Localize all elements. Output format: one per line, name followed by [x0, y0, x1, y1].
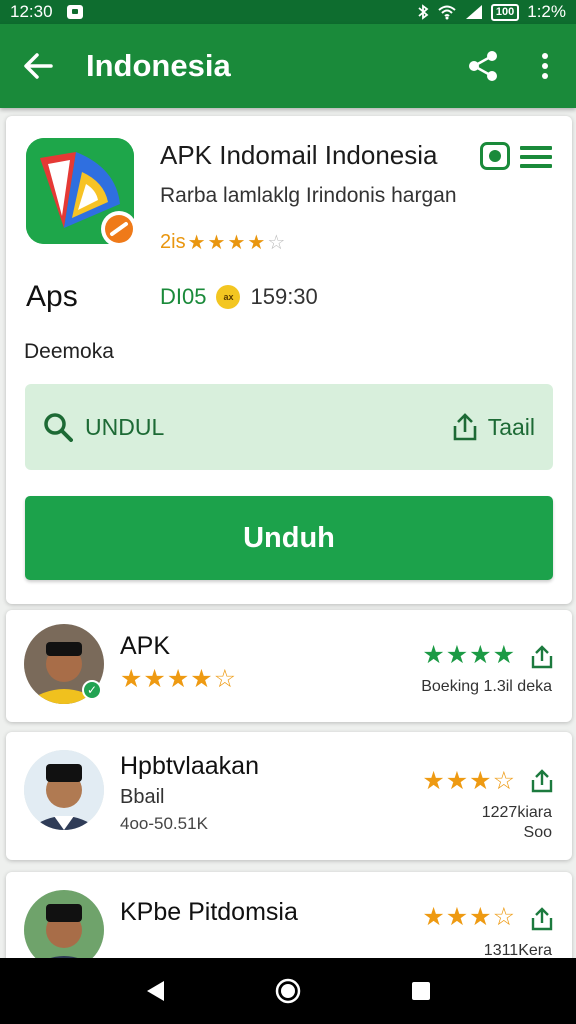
app-bar: Indonesia [0, 24, 576, 108]
list-item-meta: Boeking 1.3il deka [421, 678, 552, 695]
list-item-meta: 1227kiara [481, 804, 552, 821]
page-title: Indonesia [86, 48, 231, 83]
app-code: DI05 [160, 284, 207, 309]
share-icon[interactable] [530, 906, 554, 932]
list-item-rating: ★★★☆ [422, 903, 516, 931]
list-item-rating: ★★★★☆ [120, 665, 238, 693]
back-button[interactable] [0, 24, 76, 108]
avatar [24, 750, 104, 830]
list-item-rating: ★★★☆ [422, 767, 516, 795]
battery-percent: 1:2% [527, 2, 566, 21]
share-action[interactable]: Taail [452, 412, 535, 442]
download-button[interactable]: Unduh [25, 496, 553, 580]
status-bar: 12:30 100 1:2% [0, 0, 576, 24]
more-vertical-icon [542, 53, 548, 79]
coin-icon: ax [216, 285, 241, 309]
battery-icon: 100 [490, 3, 520, 21]
share-icon[interactable] [530, 768, 554, 794]
nav-back-icon[interactable] [144, 979, 166, 1003]
app-rating: 2is ★ ★ ★ ★ ☆ [160, 230, 285, 255]
system-nav-bar [0, 958, 576, 1024]
share-label: Taail [487, 413, 535, 440]
bluetooth-icon [418, 4, 429, 20]
list-item-rating-green: ★★★★ [422, 641, 516, 669]
app-subtitle: Rarba lamlaklg Irindonis hargan [160, 184, 457, 207]
app-time: 159:30 [250, 284, 318, 309]
app-name: APK Indomail Indonesia [160, 140, 438, 170]
upload-share-icon [453, 413, 476, 441]
nav-recents-icon[interactable] [410, 980, 432, 1002]
badge-icon [101, 211, 137, 247]
list-item-detail: 4oo-50.51K [120, 814, 208, 833]
share-icon[interactable] [530, 644, 554, 670]
star-half-icon: ★ [247, 232, 266, 254]
star-icon: ★ [207, 232, 226, 254]
verified-icon: ✓ [82, 680, 102, 700]
wifi-icon [438, 5, 456, 20]
search-bar[interactable]: UNDUL Taail [25, 384, 553, 470]
camera-badge-icon[interactable] [480, 142, 510, 170]
status-time: 12:30 [10, 2, 53, 21]
star-icon: ★ [227, 232, 246, 254]
list-item-title: APK [120, 632, 171, 660]
list-item-meta-2: Soo [523, 824, 552, 841]
list-item-title: KPbe Pitdomsia [120, 898, 298, 926]
apps-label: Aps [26, 280, 78, 313]
app-description: Deemoka [24, 340, 114, 363]
app-icon [26, 138, 137, 247]
share-button[interactable] [452, 24, 514, 108]
search-text: UNDUL [85, 413, 165, 440]
overflow-menu-button[interactable] [514, 24, 576, 108]
app-meta: DI05 ax 159:30 [160, 284, 318, 310]
rating-text: 2is [160, 231, 186, 253]
nav-home-icon[interactable] [275, 978, 301, 1004]
list-item[interactable]: ✓ APK ★★★★☆ ★★★★ Boeking 1.3il deka [6, 610, 572, 722]
list-menu-icon[interactable] [520, 146, 552, 168]
list-item[interactable]: KPbe Pitdomsia ★★★☆ 1311Kera [6, 872, 572, 972]
star-icon: ★ [187, 232, 206, 254]
star-empty-icon: ☆ [267, 232, 286, 254]
list-item[interactable]: Hpbtvlaakan Bbail 4oo-50.51K ★★★☆ 1227ki… [6, 732, 572, 860]
signal-icon [465, 5, 482, 19]
app-detail-card: APK Indomail Indonesia Rarba lamlaklg Ir… [6, 116, 572, 604]
arrow-left-icon [24, 53, 53, 79]
share-icon [469, 51, 497, 81]
list-item-title: Hpbtvlaakan [120, 752, 259, 780]
notification-icon [66, 5, 83, 19]
list-item-subtitle: Bbail [120, 786, 165, 808]
search-icon [44, 413, 73, 442]
